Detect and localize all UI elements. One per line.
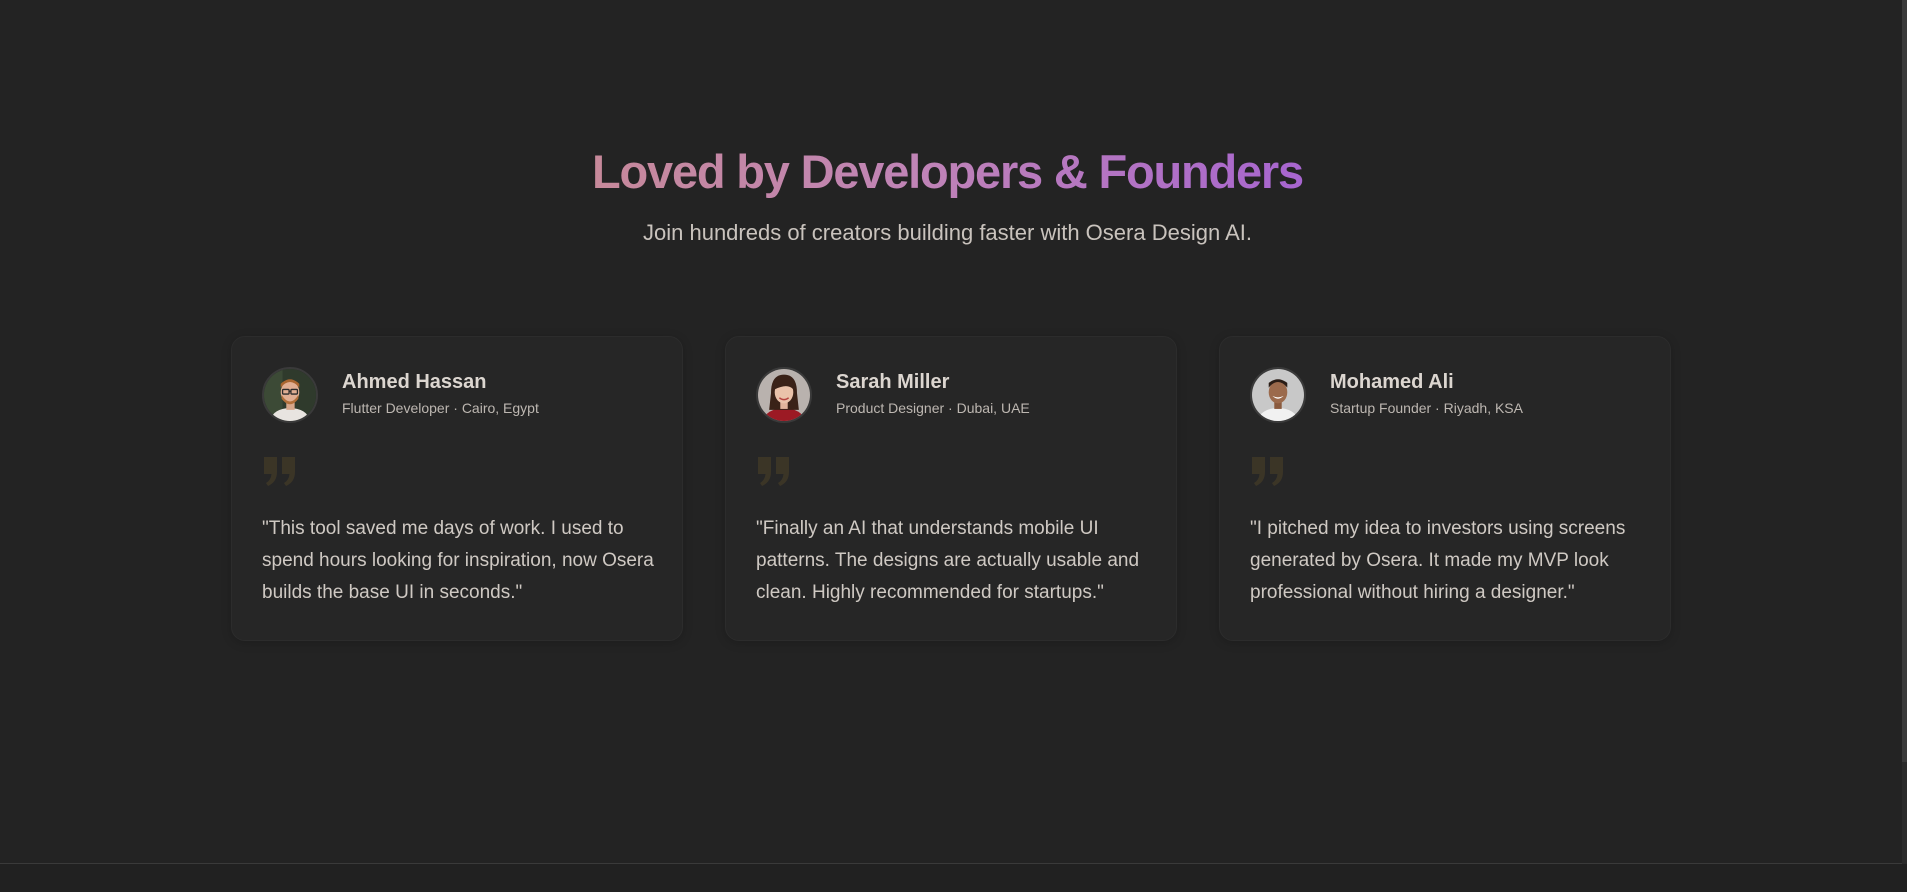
avatar-man-smiling-icon <box>1252 369 1304 421</box>
testimonial-quote: "I pitched my idea to investors using sc… <box>1250 518 1626 603</box>
testimonial-cards: Ahmed Hassan Flutter Developer · Cairo, … <box>231 336 1671 641</box>
testimonial-quote: "This tool saved me days of work. I used… <box>262 518 654 603</box>
avatar-woman-icon <box>758 369 810 421</box>
testimonial-quote: "Finally an AI that understands mobile U… <box>756 518 1140 603</box>
avatar <box>262 367 318 423</box>
avatar <box>756 367 812 423</box>
testimonial-name: Mohamed Ali <box>1330 371 1454 393</box>
testimonial-name: Ahmed Hassan <box>342 371 487 393</box>
quote-icon <box>756 455 792 487</box>
testimonial-role: Product Designer · Dubai, UAE <box>836 400 1030 416</box>
avatar-man-glasses-icon <box>264 369 316 421</box>
section-subtitle: Join hundreds of creators building faste… <box>643 220 1252 245</box>
scrollbar-track[interactable] <box>1902 0 1907 864</box>
section-heading: Loved by Developers & Founders Join hund… <box>0 140 1895 248</box>
scrollbar-thumb[interactable] <box>1902 0 1907 762</box>
quote-icon <box>1250 455 1286 487</box>
avatar <box>1250 367 1306 423</box>
footer-strip <box>0 864 1907 892</box>
testimonial-name: Sarah Miller <box>836 371 950 393</box>
testimonial-card: Sarah Miller Product Designer · Dubai, U… <box>725 336 1177 641</box>
testimonial-card: Ahmed Hassan Flutter Developer · Cairo, … <box>231 336 683 641</box>
quote-icon <box>262 455 298 487</box>
testimonials-page: Loved by Developers & Founders Join hund… <box>0 0 1907 892</box>
testimonial-card: Mohamed Ali Startup Founder · Riyadh, KS… <box>1219 336 1671 641</box>
testimonial-role: Flutter Developer · Cairo, Egypt <box>342 400 539 416</box>
section-title: Loved by Developers & Founders <box>592 140 1304 204</box>
testimonial-role: Startup Founder · Riyadh, KSA <box>1330 400 1523 416</box>
